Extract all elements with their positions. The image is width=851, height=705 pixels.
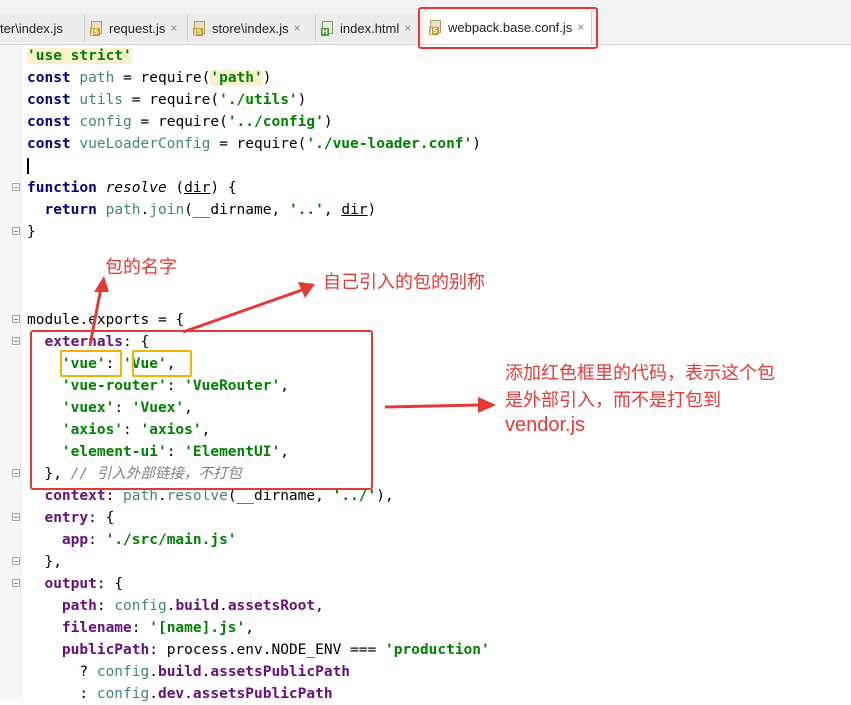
code-line: return path.join(__dirname, '..', dir) [44,202,377,218]
tab-label: ter\index.js [0,20,63,36]
annotation-explain-1: 添加红色框里的代码，表示这个包 [505,363,775,384]
close-icon[interactable]: × [294,21,301,35]
package-alias-highlight-box [132,350,192,377]
close-icon[interactable]: × [404,21,411,35]
tab-label: request.js [109,20,166,36]
fold-marker-icon[interactable] [12,227,20,235]
code-line: module.exports = { [27,312,185,328]
fold-marker-icon[interactable] [12,183,20,191]
tab-router-index[interactable]: ter\index.js [0,14,85,42]
fold-marker-icon[interactable] [12,469,20,477]
code-line: const utils = require('./utils') [27,92,307,108]
fold-marker-icon[interactable] [12,337,20,345]
code-line: ? config.build.assetsPublicPath [27,664,351,680]
code-line: : config.dev.assetsPublicPath [27,686,333,702]
js-file-icon: JS [90,21,104,36]
fold-marker-icon[interactable] [12,315,20,323]
code-line-caret [27,155,851,177]
code-line: const config = require('../config') [27,114,333,130]
code-line: app: './src/main.js' [61,532,237,548]
gutter-divider [20,45,21,699]
code-line: filename: '[name].js', [61,620,254,636]
annotation-explain-2: 是外部引入，而不是打包到 [505,390,721,411]
fold-marker-icon[interactable] [12,513,20,521]
code-line: const path = require('path') [27,70,272,86]
code-line: }, [27,554,62,570]
fold-marker-icon[interactable] [12,557,20,565]
tab-request[interactable]: JS request.js × [85,14,188,42]
html-file-icon: H [321,21,335,36]
annotation-explain-3: vendor.js [505,414,586,436]
tab-label: store\index.js [212,20,289,36]
annotation-package-name: 包的名字 [105,257,177,278]
code-line: publicPath: process.env.NODE_ENV === 'pr… [61,642,490,658]
text-caret [27,158,29,174]
close-icon[interactable]: × [170,21,177,35]
active-tab-highlight-box [418,7,598,49]
tab-store-index[interactable]: JS store\index.js × [188,14,316,42]
code-line: path: config.build.assetsRoot, [61,598,324,614]
code-line: 'use strict' [27,48,132,64]
editor-gutter [0,45,20,699]
tab-index-html[interactable]: H index.html × [316,14,420,42]
tab-label: index.html [340,20,400,36]
code-line: function resolve (dir) { [27,180,237,196]
js-file-icon: JS [193,21,207,36]
code-line: } [27,224,36,240]
code-line: entry: { [44,510,115,526]
annotation-alias: 自己引入的包的别称 [323,272,485,293]
code-line: output: { [44,576,124,592]
package-name-highlight-box [60,350,122,377]
fold-marker-icon[interactable] [12,579,20,587]
code-line: const vueLoaderConfig = require('./vue-l… [27,136,481,152]
